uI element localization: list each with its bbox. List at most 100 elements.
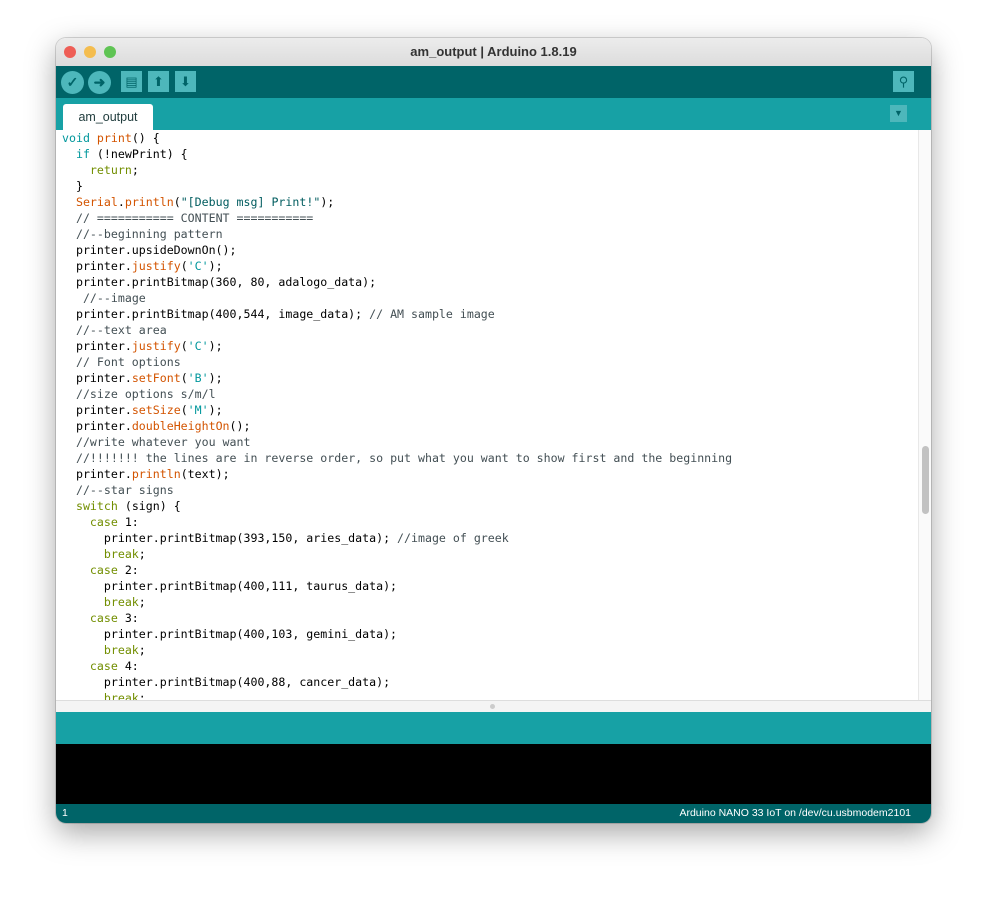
code-line: // =========== CONTENT =========== xyxy=(62,210,732,226)
code-line: if (!newPrint) { xyxy=(62,146,732,162)
code-line: printer.upsideDownOn(); xyxy=(62,242,732,258)
verify-button[interactable]: ✓ xyxy=(61,71,84,94)
code-token: ; xyxy=(138,595,146,609)
code-token: ; xyxy=(138,643,146,657)
code-token: ); xyxy=(208,339,223,353)
code-token: // Font options xyxy=(75,355,181,369)
open-button[interactable]: ⬆ xyxy=(148,71,169,92)
arrow-right-icon: ➜ xyxy=(93,74,106,90)
tab-am-output[interactable]: am_output xyxy=(63,104,153,130)
code-token: . xyxy=(117,195,125,209)
code-token: switch xyxy=(75,499,118,513)
tab-menu-button[interactable]: ▼ xyxy=(890,105,907,122)
save-button[interactable]: ⬇ xyxy=(175,71,196,92)
triangle-down-icon: ▼ xyxy=(894,108,903,118)
code-token: break xyxy=(103,595,139,609)
code-token: //size options s/m/l xyxy=(75,387,216,401)
code-token: ; xyxy=(138,547,146,561)
code-token: // AM sample image xyxy=(369,307,495,321)
title-bar: am_output | Arduino 1.8.19 xyxy=(56,38,931,67)
code-token: setSize xyxy=(131,403,181,417)
window-title: am_output | Arduino 1.8.19 xyxy=(410,44,577,59)
code-line: printer.printBitmap(360, 80, adalogo_dat… xyxy=(62,274,732,290)
code-line: printer.printBitmap(400,88, cancer_data)… xyxy=(62,674,732,690)
code-line: //--text area xyxy=(62,322,732,338)
code-token: case xyxy=(89,515,118,529)
serial-monitor-button[interactable]: ⚲ xyxy=(893,71,914,92)
drag-handle-icon xyxy=(490,704,495,709)
code-token: case xyxy=(89,659,118,673)
code-token: printer. xyxy=(62,259,132,273)
code-line: case 4: xyxy=(62,658,732,674)
code-token: printer. xyxy=(62,467,132,481)
code-token: } xyxy=(62,179,83,193)
code-token: ); xyxy=(320,195,335,209)
code-token: printer.upsideDownOn(); xyxy=(62,243,237,257)
code-line: case 1: xyxy=(62,514,732,530)
code-line: void print() { xyxy=(62,130,732,146)
code-token: //write whatever you want xyxy=(75,435,251,449)
scrollbar-thumb[interactable] xyxy=(922,446,929,514)
new-button[interactable]: ▤ xyxy=(121,71,142,92)
code-token: ); xyxy=(208,371,223,385)
code-token: printer.printBitmap(400,103, gemini_data… xyxy=(62,627,398,641)
code-token: //image of greek xyxy=(397,531,509,545)
code-token: println xyxy=(124,195,174,209)
checkmark-icon: ✓ xyxy=(66,74,79,90)
code-token: ( xyxy=(180,371,188,385)
code-token: "[Debug msg] Print!" xyxy=(180,195,321,209)
code-line: //--star signs xyxy=(62,482,732,498)
magnifier-icon: ⚲ xyxy=(898,74,909,89)
code-token: case xyxy=(89,611,118,625)
toolbar: ✓ ➜ ▤ ⬆ ⬇ ⚲ xyxy=(56,66,931,98)
code-token: ( xyxy=(180,403,188,417)
code-token: printer.printBitmap(393,150, aries_data)… xyxy=(62,531,398,545)
code-line: printer.printBitmap(400,544, image_data)… xyxy=(62,306,732,322)
code-line: } xyxy=(62,178,732,194)
code-line: printer.justify('C'); xyxy=(62,338,732,354)
code-token: printer. xyxy=(62,419,132,433)
code-line: //--image xyxy=(62,290,732,306)
code-token: ); xyxy=(208,403,223,417)
code-token: //--star signs xyxy=(75,483,174,497)
code-token: 'B' xyxy=(187,371,209,385)
editor-scrollbar[interactable] xyxy=(918,130,931,700)
code-token: 'C' xyxy=(187,259,209,273)
code-token: case xyxy=(89,563,118,577)
code-token: (); xyxy=(229,419,251,433)
upload-button[interactable]: ➜ xyxy=(88,71,111,94)
code-token: justify xyxy=(131,259,181,273)
code-token: if xyxy=(75,147,90,161)
code-token: printer.printBitmap(400,544, image_data)… xyxy=(62,307,370,321)
code-token: break xyxy=(103,643,139,657)
code-line: printer.printBitmap(400,111, taurus_data… xyxy=(62,578,732,594)
code-line: //size options s/m/l xyxy=(62,386,732,402)
code-token: 1: xyxy=(117,515,139,529)
code-token: 'C' xyxy=(187,339,209,353)
code-line: break; xyxy=(62,546,732,562)
code-line: break; xyxy=(62,594,732,610)
code-token: //--image xyxy=(82,291,146,305)
code-line: //!!!!!!! the lines are in reverse order… xyxy=(62,450,732,466)
code-token: printer. xyxy=(62,339,132,353)
code-token: print xyxy=(96,131,132,145)
code-text[interactable]: void print() { if (!newPrint) { return; … xyxy=(62,130,732,700)
code-token: printer. xyxy=(62,371,132,385)
code-token: ); xyxy=(208,259,223,273)
arrow-up-icon: ⬆ xyxy=(153,74,164,89)
code-editor[interactable]: void print() { if (!newPrint) { return; … xyxy=(56,130,918,700)
code-token: ( xyxy=(180,339,188,353)
code-line: printer.doubleHeightOn(); xyxy=(62,418,732,434)
code-line: switch (sign) { xyxy=(62,498,732,514)
